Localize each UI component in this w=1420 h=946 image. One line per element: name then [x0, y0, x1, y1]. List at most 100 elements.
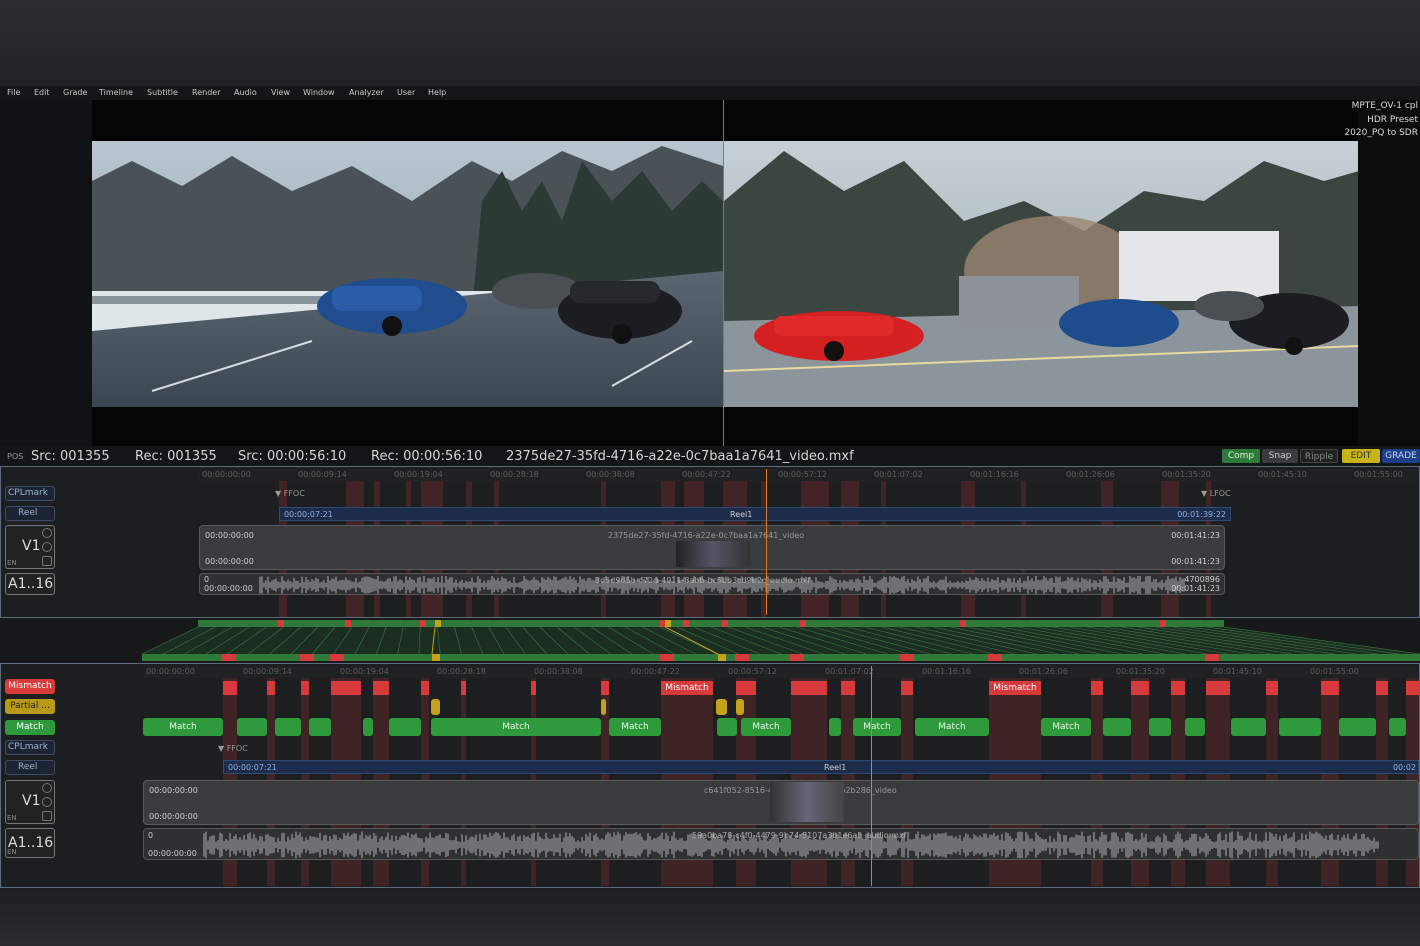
mismatch-segment[interactable]	[736, 681, 756, 695]
solo-icon[interactable]	[42, 528, 52, 538]
menu-analyzer[interactable]: Analyzer	[349, 88, 384, 97]
v1-track-label[interactable]: V1 EN	[5, 525, 55, 569]
cpl-name-text: MPTE_OV-1 cpl	[1351, 101, 1418, 111]
v1-track-label[interactable]: V1 EN	[5, 780, 55, 824]
mismatch-segment[interactable]	[1321, 681, 1339, 695]
lfoc-marker[interactable]: ▼ LFOC	[1201, 489, 1231, 498]
ruler-tick-label: 00:00:19:04	[340, 667, 389, 676]
mismatch-segment[interactable]	[373, 681, 389, 695]
mismatch-segment[interactable]	[461, 681, 466, 695]
mismatch-segment[interactable]	[1376, 681, 1388, 695]
ffoc-marker[interactable]: ▼ FFOC	[218, 744, 248, 753]
mismatch-segment[interactable]	[791, 681, 827, 695]
mismatch-segment[interactable]: Mismatch	[661, 681, 713, 695]
playhead[interactable]	[766, 469, 767, 615]
menu-user[interactable]: User	[397, 88, 415, 97]
partial-segment[interactable]	[736, 699, 744, 715]
ruler-tick-label: 00:00:28:18	[490, 470, 539, 479]
match-segment[interactable]	[717, 718, 737, 736]
match-segment[interactable]: Match	[431, 718, 601, 736]
edit-mode-button[interactable]: EDIT	[1342, 449, 1380, 463]
match-segment[interactable]	[1389, 718, 1406, 736]
match-segment[interactable]	[275, 718, 301, 736]
match-segment[interactable]	[1339, 718, 1376, 736]
top-ruler[interactable]: 00:00:00:00 00:00:09:14 00:00:19:04 00:00:2…	[199, 469, 1419, 481]
mismatch-segment[interactable]	[1206, 681, 1230, 695]
ffoc-marker[interactable]: ▼ FFOC	[275, 489, 305, 498]
match-segment[interactable]	[309, 718, 331, 736]
menu-grade[interactable]: Grade	[63, 88, 87, 97]
comparison-viewer[interactable]	[92, 100, 1359, 446]
reel-segment[interactable]: 00:00:07:21 Reel1 00:02	[223, 760, 1419, 774]
match-segment[interactable]	[237, 718, 267, 736]
reel-track-label[interactable]: Reel	[5, 760, 55, 775]
reel-track-label[interactable]: Reel	[5, 506, 55, 521]
menu-timeline[interactable]: Timeline	[99, 88, 133, 97]
bottom-ruler[interactable]: 00:00:00:00 00:00:09:14 00:00:19:04 00:00:2…	[143, 666, 1419, 678]
mismatch-segment[interactable]	[1171, 681, 1185, 695]
match-segment[interactable]: Match	[853, 718, 901, 736]
mismatch-row: Mismatch Mismatch	[1, 681, 1419, 695]
mismatch-segment[interactable]	[1131, 681, 1149, 695]
partial-segment[interactable]	[716, 699, 727, 715]
mismatch-segment[interactable]	[1406, 681, 1419, 695]
mapping-fill	[142, 627, 1420, 654]
audio-clip[interactable]: 0 00:00:00:00 3d5d9d5b-c72d-4011-8abb-bc…	[199, 573, 1225, 595]
mismatch-segment[interactable]	[901, 681, 913, 695]
lock-icon[interactable]	[42, 811, 52, 821]
match-segment[interactable]	[1231, 718, 1266, 736]
match-segment[interactable]: Match	[1041, 718, 1091, 736]
menu-window[interactable]: Window	[303, 88, 335, 97]
match-segment[interactable]: Match	[609, 718, 661, 736]
reel-segment[interactable]: 00:00:07:21 Reel1 00:01:39:22	[279, 507, 1231, 521]
audio-clip[interactable]: 0 00:00:00:00 59a0ba78-c4f0-4479-9b74-51…	[143, 828, 1419, 860]
menu-audio[interactable]: Audio	[234, 88, 257, 97]
match-segment[interactable]	[1279, 718, 1321, 736]
audio-track-label[interactable]: A1..16 EN	[5, 828, 55, 858]
mismatch-segment[interactable]	[1266, 681, 1278, 695]
cplmark-track-label[interactable]: CPLmark	[5, 740, 55, 755]
video-clip[interactable]: 00:00:00:00 00:00:00:00 2375de27-35fd-47…	[199, 525, 1225, 570]
mute-icon[interactable]	[42, 542, 52, 552]
menu-subtitle[interactable]: Subtitle	[147, 88, 178, 97]
match-segment[interactable]	[1149, 718, 1171, 736]
menu-bar: File Edit Grade Timeline Subtitle Render…	[0, 86, 1420, 100]
mismatch-segment[interactable]	[301, 681, 309, 695]
playhead[interactable]	[871, 666, 872, 886]
video-clip[interactable]: 00:00:00:00 00:00:00:00 c641f052-8516-4a…	[143, 780, 1419, 825]
mismatch-segment[interactable]	[267, 681, 275, 695]
menu-file[interactable]: File	[7, 88, 20, 97]
match-segment[interactable]	[1185, 718, 1205, 736]
ripple-button[interactable]: Ripple	[1300, 449, 1338, 463]
mismatch-segment[interactable]	[841, 681, 855, 695]
audio-tc-in: 00:00:00:00	[148, 849, 197, 858]
mismatch-segment[interactable]	[223, 681, 237, 695]
mute-icon[interactable]	[42, 797, 52, 807]
match-segment[interactable]: Match	[915, 718, 989, 736]
mismatch-segment[interactable]	[421, 681, 429, 695]
snap-button[interactable]: Snap	[1262, 449, 1298, 463]
mismatch-segment[interactable]	[1091, 681, 1103, 695]
menu-help[interactable]: Help	[428, 88, 446, 97]
comp-button[interactable]: Comp	[1222, 449, 1260, 463]
mismatch-segment[interactable]	[531, 681, 536, 695]
match-segment[interactable]	[829, 718, 841, 736]
lock-icon[interactable]	[42, 556, 52, 566]
partial-segment[interactable]	[431, 699, 440, 715]
menu-edit[interactable]: Edit	[34, 88, 50, 97]
partial-segment[interactable]	[601, 699, 606, 715]
grade-mode-button[interactable]: GRADE	[1382, 449, 1420, 463]
match-segment[interactable]	[1103, 718, 1131, 736]
mismatch-segment[interactable]	[331, 681, 361, 695]
match-segment[interactable]	[389, 718, 421, 736]
menu-render[interactable]: Render	[192, 88, 220, 97]
mismatch-segment[interactable]	[601, 681, 609, 695]
menu-view[interactable]: View	[271, 88, 290, 97]
audio-track-label[interactable]: A1..16	[5, 573, 55, 595]
match-segment[interactable]	[363, 718, 373, 736]
solo-icon[interactable]	[42, 783, 52, 793]
cplmark-track-label[interactable]: CPLmark	[5, 486, 55, 501]
match-segment[interactable]: Match	[741, 718, 791, 736]
match-segment[interactable]: Match	[143, 718, 223, 736]
mismatch-segment[interactable]: Mismatch	[989, 681, 1041, 695]
